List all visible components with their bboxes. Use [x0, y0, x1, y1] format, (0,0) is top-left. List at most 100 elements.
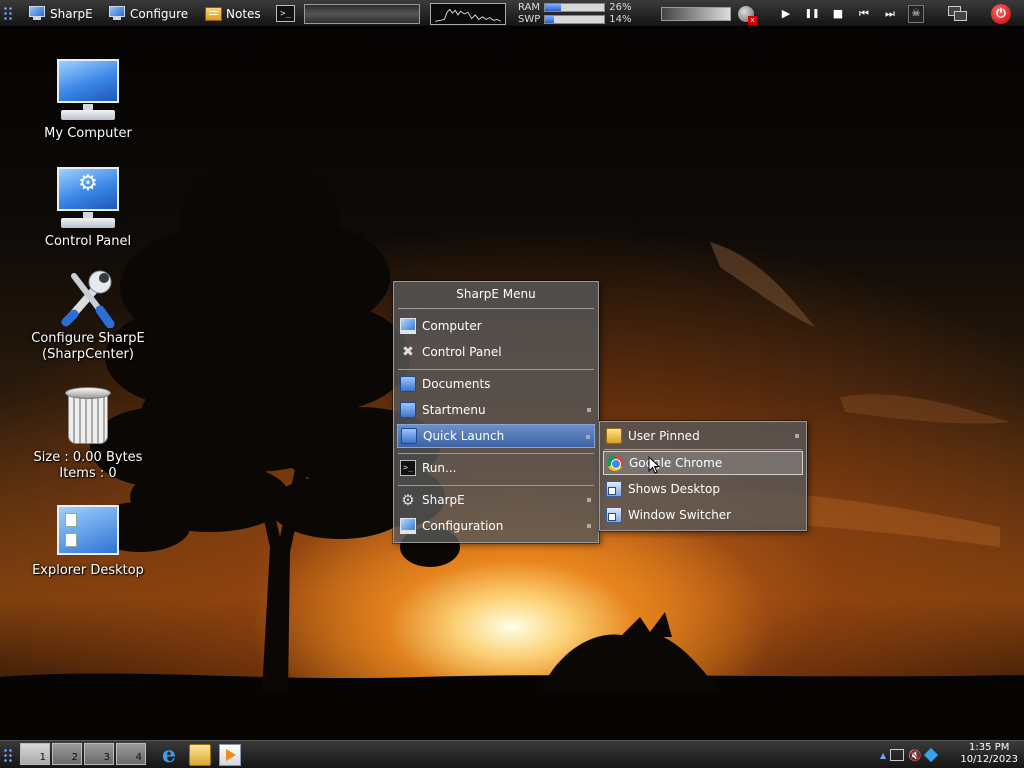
desktop-icon-recycle-bin[interactable]: Size : 0.00 Bytes Items : 0	[23, 385, 153, 482]
notes-button-label: Notes	[226, 6, 261, 21]
ram-meter	[544, 3, 606, 12]
menu-item-configuration[interactable]: Configuration	[397, 514, 595, 538]
menu-item-documents[interactable]: Documents	[397, 372, 595, 396]
control-panel-icon: ⚙	[55, 165, 121, 231]
menu-item-run[interactable]: >_ Run...	[397, 456, 595, 480]
memory-meters: RAM SWP 26% 14%	[518, 0, 632, 27]
sharpe-button-label: SharpE	[50, 6, 93, 21]
shortcut-icon	[606, 507, 622, 523]
pause-icon[interactable]: ❚❚	[804, 9, 820, 19]
menu-separator	[398, 485, 594, 486]
folder-icon	[401, 428, 417, 444]
muted-volume-icon[interactable]: 🔇	[908, 749, 922, 762]
menu-item-startmenu[interactable]: Startmenu	[397, 398, 595, 422]
menu-item-label: Startmenu	[422, 403, 486, 417]
mouse-cursor-icon	[648, 456, 660, 474]
tools-icon	[60, 268, 116, 329]
clock-time: 1:35 PM	[969, 742, 1010, 753]
system-tray: ▲ 🔇	[880, 741, 938, 768]
menu-item-quick-launch[interactable]: Quick Launch	[397, 424, 595, 448]
desktop-icon-configure-sharpe[interactable]: Configure SharpE (SharpCenter)	[23, 268, 153, 363]
submenu-arrow-icon	[795, 434, 799, 438]
submenu-arrow-icon	[587, 498, 591, 502]
menu-item-control-panel[interactable]: ✖ Control Panel	[397, 340, 595, 364]
menu-item-label: Documents	[422, 377, 491, 391]
submenu-item-shows-desktop[interactable]: Shows Desktop	[603, 477, 803, 501]
virtual-desktop-3[interactable]: 3	[84, 743, 114, 765]
menu-separator	[398, 453, 594, 454]
power-icon[interactable]: ⏻	[991, 3, 1011, 24]
taskbar-grip-icon[interactable]	[3, 748, 13, 763]
volume-slider[interactable]	[661, 6, 731, 21]
menu-item-label: Configuration	[422, 519, 504, 533]
sharpe-menu: SharpE Menu Computer ✖ Control Panel Doc…	[393, 281, 599, 543]
stop-icon[interactable]: ■	[830, 7, 846, 20]
previous-icon[interactable]: ⏮	[856, 7, 872, 21]
ram-percent: 26%	[609, 1, 632, 13]
menu-item-label: Quick Launch	[423, 429, 505, 443]
window-switcher-icon[interactable]	[948, 5, 968, 22]
menu-title: SharpE Menu	[456, 287, 536, 301]
monitor-icon	[108, 6, 126, 21]
quick-launch-submenu: User Pinned Google Chrome Shows Desktop …	[599, 421, 807, 531]
next-icon[interactable]: ⏭	[882, 7, 898, 21]
desktop-icon-my-computer[interactable]: My Computer	[23, 57, 153, 142]
notes-button[interactable]: Notes	[205, 0, 261, 27]
ram-label: RAM	[518, 1, 541, 13]
recycle-bin-size: Size : 0.00 Bytes	[33, 450, 143, 465]
monitor-icon	[28, 6, 46, 21]
computer-icon	[55, 57, 121, 123]
desktop-icon-control-panel[interactable]: ⚙ Control Panel	[23, 165, 153, 250]
recycle-bin-items: Items : 0	[59, 466, 117, 481]
submenu-item-label: Google Chrome	[629, 456, 723, 470]
menu-separator	[398, 308, 594, 309]
submenu-item-user-pinned[interactable]: User Pinned	[603, 424, 803, 448]
swp-label: SWP	[518, 13, 541, 25]
media-controls: ▶ ❚❚ ■ ⏮ ⏭	[778, 0, 898, 27]
desktop-icon-label-secondary: (SharpCenter)	[42, 347, 134, 362]
gear-icon: ⚙	[401, 491, 415, 509]
taskbar-clock[interactable]: 1:35 PM 10/12/2023	[960, 742, 1018, 766]
desktop-icon-explorer-desktop[interactable]: Explorer Desktop	[23, 505, 153, 579]
submenu-arrow-icon	[587, 408, 591, 412]
file-explorer-icon[interactable]	[189, 744, 211, 766]
virtual-desktop-1[interactable]: 1	[20, 743, 50, 765]
monitor-icon	[400, 518, 416, 534]
menu-item-label: SharpE	[422, 493, 465, 507]
terminal-icon[interactable]: >_	[276, 5, 295, 22]
submenu-arrow-icon	[587, 524, 591, 528]
recycle-bin-icon	[62, 385, 114, 447]
action-center-icon[interactable]	[923, 747, 938, 763]
configure-button[interactable]: Configure	[108, 0, 188, 27]
muted-speaker-icon[interactable]	[738, 5, 757, 25]
submenu-item-window-switcher[interactable]: Window Switcher	[603, 503, 803, 527]
play-icon[interactable]: ▶	[778, 7, 794, 20]
folder-icon	[400, 376, 416, 392]
run-icon: >_	[400, 460, 416, 476]
submenu-arrow-icon	[586, 435, 590, 439]
tools-icon: ✖	[402, 344, 414, 360]
configure-button-label: Configure	[130, 6, 189, 21]
menu-separator	[604, 449, 802, 450]
menu-item-label: Run...	[422, 461, 457, 475]
command-input[interactable]	[304, 3, 420, 24]
clock-date: 10/12/2023	[960, 754, 1018, 765]
network-icon[interactable]	[890, 749, 905, 761]
sharpe-button[interactable]: SharpE	[28, 0, 93, 27]
swp-meter	[544, 15, 606, 24]
menu-item-sharpe[interactable]: ⚙ SharpE	[397, 488, 595, 512]
menu-separator	[398, 369, 594, 370]
internet-explorer-icon[interactable]: e	[158, 744, 180, 766]
tray-expand-icon[interactable]: ▲	[880, 751, 886, 760]
folder-icon	[400, 402, 416, 418]
alien-tray-icon[interactable]: ☠	[908, 4, 924, 23]
swp-percent: 14%	[609, 13, 632, 25]
menu-item-computer[interactable]: Computer	[397, 314, 595, 338]
media-player-icon[interactable]	[219, 744, 241, 766]
top-toolbar: SharpE Configure Notes >_ RAM SWP 26% 14…	[0, 0, 1024, 27]
submenu-item-google-chrome[interactable]: Google Chrome	[603, 451, 803, 475]
virtual-desktop-2[interactable]: 2	[52, 743, 82, 765]
desktop-icon-label: Explorer Desktop	[32, 563, 144, 578]
toolbar-grip-icon[interactable]	[3, 6, 13, 21]
virtual-desktop-4[interactable]: 4	[116, 743, 146, 765]
